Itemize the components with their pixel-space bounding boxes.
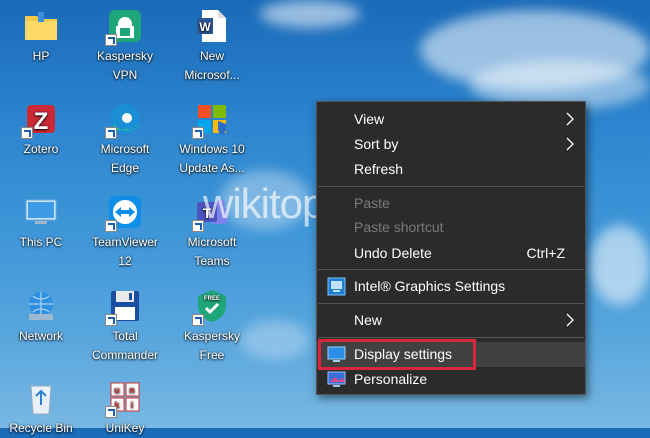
desktop-icon-label: Windows 10 xyxy=(179,142,245,156)
desktop-icon-zotero[interactable]: Z Zotero xyxy=(3,99,79,159)
menu-item-shortcut-key: Ctrl+Z xyxy=(526,245,566,261)
menu-item-label: Paste xyxy=(354,195,390,211)
shortcut-arrow-icon xyxy=(105,127,117,139)
desktop-icon-label: Free xyxy=(199,348,225,362)
shortcut-arrow-icon xyxy=(192,127,204,139)
desktop-icon-unikey[interactable]: unki UniKey xyxy=(87,378,163,438)
chevron-right-icon xyxy=(566,313,574,327)
menu-item-paste: Paste xyxy=(317,191,585,216)
desktop-icon-label: TeamViewer xyxy=(92,235,158,249)
menu-separator xyxy=(318,269,584,270)
desktop-icon-hp[interactable]: HP xyxy=(3,6,79,66)
svg-text:W: W xyxy=(199,20,211,34)
shortcut-arrow-icon xyxy=(105,406,117,418)
svg-text:u: u xyxy=(114,385,120,395)
menu-item-label: Intel® Graphics Settings xyxy=(354,278,506,294)
desktop-icon-label: Microsoft xyxy=(100,142,150,156)
menu-item-label: Undo Delete xyxy=(354,245,432,261)
shortcut-arrow-icon xyxy=(105,314,117,326)
desktop-icon-label: Total xyxy=(112,329,138,343)
wallpaper-cloud xyxy=(260,0,360,28)
computer-monitor-icon xyxy=(25,199,57,224)
svg-text:n: n xyxy=(129,385,135,395)
chevron-right-icon xyxy=(566,112,574,126)
desktop-icon-this-pc[interactable]: This PC xyxy=(3,192,79,252)
desktop-icon-label: HP xyxy=(32,49,50,63)
desktop-icon-label: Recycle Bin xyxy=(9,421,73,435)
menu-item-intel-graphics-settings[interactable]: Intel® Graphics Settings xyxy=(317,274,585,299)
network-icon xyxy=(29,292,53,320)
desktop-icon-label: 12 xyxy=(118,254,132,268)
svg-text:Z: Z xyxy=(34,108,49,135)
desktop-icon-kaspersky-free[interactable]: FREE Kaspersky Free xyxy=(174,286,250,365)
shortcut-arrow-icon xyxy=(192,314,204,326)
menu-separator xyxy=(318,186,584,187)
menu-item-view[interactable]: View xyxy=(317,107,585,132)
menu-item-label: Paste shortcut xyxy=(354,219,444,235)
intel-graphics-icon xyxy=(327,277,346,296)
recycle-bin-icon xyxy=(30,385,52,415)
wallpaper-cloud xyxy=(590,225,650,305)
desktop-icon-label: VPN xyxy=(112,68,138,82)
word-document-icon: W xyxy=(197,10,226,42)
desktop-icon-label: Update As... xyxy=(179,161,245,175)
desktop-icon-label: New xyxy=(199,49,224,63)
shortcut-arrow-icon xyxy=(105,34,117,46)
menu-item-label: Personalize xyxy=(354,371,428,387)
desktop-icon-label: Edge xyxy=(110,161,140,175)
menu-item-sort-by[interactable]: Sort by xyxy=(317,132,585,157)
folder-icon xyxy=(25,12,57,40)
menu-separator xyxy=(318,303,584,304)
svg-text:i: i xyxy=(131,400,134,410)
desktop-icon-label: This PC xyxy=(19,235,63,249)
svg-text:FREE: FREE xyxy=(204,296,220,302)
chevron-right-icon xyxy=(566,137,574,151)
wallpaper-cloud xyxy=(240,320,310,360)
menu-item-label: View xyxy=(354,111,385,127)
desktop-icon-label: Commander xyxy=(91,348,159,362)
menu-item-refresh[interactable]: Refresh xyxy=(317,157,585,182)
desktop-icon-new-word-doc[interactable]: W New Microsof... xyxy=(174,6,250,85)
highlight-annotation-box xyxy=(318,339,476,370)
menu-item-paste-shortcut: Paste shortcut xyxy=(317,215,585,240)
desktop-icon-microsoft-edge[interactable]: Microsoft Edge xyxy=(87,99,163,178)
desktop-icon-label: UniKey xyxy=(105,421,145,435)
desktop-icon-total-commander[interactable]: Total Commander xyxy=(87,286,163,365)
desktop-icon-label: Microsoft xyxy=(187,235,237,249)
desktop-icon-label: Network xyxy=(18,329,63,343)
menu-item-label: Refresh xyxy=(354,161,404,177)
menu-separator xyxy=(318,337,584,338)
menu-item-new[interactable]: New xyxy=(317,308,585,333)
desktop-icon-windows-update-assistant[interactable]: Windows 10 Update As... xyxy=(174,99,250,178)
menu-item-label: New xyxy=(354,312,383,328)
desktop-icon-network[interactable]: Network xyxy=(3,286,79,346)
desktop-icon-label: Kaspersky xyxy=(96,49,154,63)
desktop-icon-label: Teams xyxy=(194,254,230,268)
shortcut-arrow-icon xyxy=(21,127,33,139)
personalize-icon xyxy=(327,371,346,387)
shortcut-arrow-icon xyxy=(105,220,117,232)
desktop-icon-kaspersky-vpn[interactable]: Kaspersky VPN xyxy=(87,6,163,85)
desktop-icon-label: Kaspersky xyxy=(183,329,241,343)
desktop-icon-recycle-bin[interactable]: Recycle Bin xyxy=(3,378,79,438)
desktop-icon-label: Zotero xyxy=(23,142,59,156)
menu-item-undo-delete[interactable]: Undo Delete Ctrl+Z xyxy=(317,241,585,266)
menu-item-personalize[interactable]: Personalize xyxy=(317,367,585,392)
desktop-icon-teamviewer[interactable]: TeamViewer 12 xyxy=(87,192,163,271)
menu-item-label: Sort by xyxy=(354,136,399,152)
desktop-icon-label: Microsof... xyxy=(184,68,240,82)
